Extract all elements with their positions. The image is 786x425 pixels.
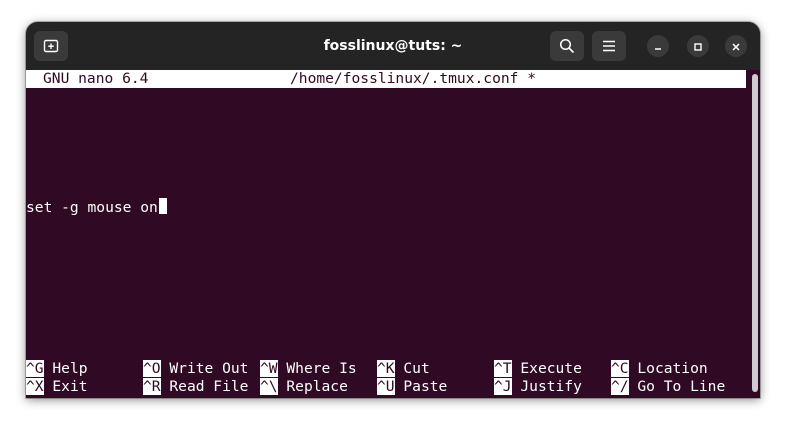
terminal-window: fosslinux@tuts: ~ GNU nano 6.4 /home/fos… bbox=[26, 22, 760, 398]
close-button[interactable] bbox=[725, 35, 747, 57]
nano-filename: /home/fosslinux/.tmux.conf * bbox=[290, 70, 537, 87]
shortcut-paste[interactable]: ^U Paste bbox=[377, 378, 447, 396]
shortcut-label: Replace bbox=[286, 378, 348, 395]
text-cursor bbox=[158, 198, 167, 214]
shortcut-label: Justify bbox=[520, 378, 582, 395]
shortcut-key: ^R bbox=[143, 378, 161, 395]
scrollbar[interactable] bbox=[752, 74, 758, 392]
minimize-button[interactable] bbox=[647, 35, 669, 57]
shortcut-location[interactable]: ^C Location bbox=[611, 360, 708, 378]
shortcut-go-to-line[interactable]: ^/ Go To Line bbox=[611, 378, 725, 396]
shortcut-exit[interactable]: ^X Exit bbox=[26, 378, 88, 396]
nano-version: GNU nano 6.4 bbox=[43, 70, 149, 87]
shortcut-row-2: ^X Exit ^R Read File ^\ Replace ^U Paste… bbox=[26, 378, 748, 396]
shortcut-justify[interactable]: ^J Justify bbox=[494, 378, 582, 396]
search-icon bbox=[559, 38, 575, 54]
shortcut-key: ^G bbox=[26, 360, 44, 377]
nano-header-bar: GNU nano 6.4 /home/fosslinux/.tmux.conf … bbox=[26, 70, 746, 88]
shortcut-label: Write Out bbox=[169, 360, 249, 377]
shortcut-replace[interactable]: ^\ Replace bbox=[260, 378, 348, 396]
maximize-button[interactable] bbox=[687, 35, 709, 57]
shortcut-key: ^\ bbox=[260, 378, 278, 395]
shortcut-help[interactable]: ^G Help bbox=[26, 360, 88, 378]
shortcut-label: Exit bbox=[52, 378, 88, 395]
editor-line[interactable]: set -g mouse on bbox=[26, 198, 748, 216]
shortcut-key: ^O bbox=[143, 360, 161, 377]
new-tab-button[interactable] bbox=[34, 31, 68, 61]
shortcut-label: Execute bbox=[520, 360, 582, 377]
shortcut-label: Location bbox=[637, 360, 708, 377]
shortcut-key: ^U bbox=[377, 378, 395, 395]
minimize-icon bbox=[653, 37, 663, 56]
close-icon bbox=[731, 37, 741, 56]
new-tab-icon bbox=[43, 38, 59, 54]
shortcut-where-is[interactable]: ^W Where Is bbox=[260, 360, 357, 378]
shortcut-row-1: ^G Help ^O Write Out ^W Where Is ^K Cut … bbox=[26, 360, 748, 378]
editor-line-text: set -g mouse on bbox=[26, 199, 158, 216]
shortcut-label: Help bbox=[52, 360, 88, 377]
shortcut-label: Cut bbox=[403, 360, 430, 377]
terminal-area[interactable]: GNU nano 6.4 /home/fosslinux/.tmux.conf … bbox=[26, 70, 748, 398]
hamburger-menu-icon bbox=[601, 39, 617, 53]
title-bar: fosslinux@tuts: ~ bbox=[26, 22, 760, 70]
search-button[interactable] bbox=[550, 31, 584, 61]
shortcut-read-file[interactable]: ^R Read File bbox=[143, 378, 248, 396]
shortcut-label: Paste bbox=[403, 378, 448, 395]
shortcut-execute[interactable]: ^T Execute bbox=[494, 360, 582, 378]
shortcut-key: ^X bbox=[26, 378, 44, 395]
shortcut-key: ^J bbox=[494, 378, 512, 395]
shortcut-cut[interactable]: ^K Cut bbox=[377, 360, 430, 378]
shortcut-label: Where Is bbox=[286, 360, 357, 377]
menu-button[interactable] bbox=[592, 31, 626, 61]
maximize-icon bbox=[693, 37, 703, 56]
shortcut-key: ^T bbox=[494, 360, 512, 377]
shortcut-label: Go To Line bbox=[637, 378, 726, 395]
shortcut-key: ^W bbox=[260, 360, 278, 377]
shortcut-write-out[interactable]: ^O Write Out bbox=[143, 360, 248, 378]
shortcut-key: ^K bbox=[377, 360, 395, 377]
shortcut-key: ^/ bbox=[611, 378, 629, 395]
shortcut-label: Read File bbox=[169, 378, 249, 395]
shortcut-key: ^C bbox=[611, 360, 629, 377]
